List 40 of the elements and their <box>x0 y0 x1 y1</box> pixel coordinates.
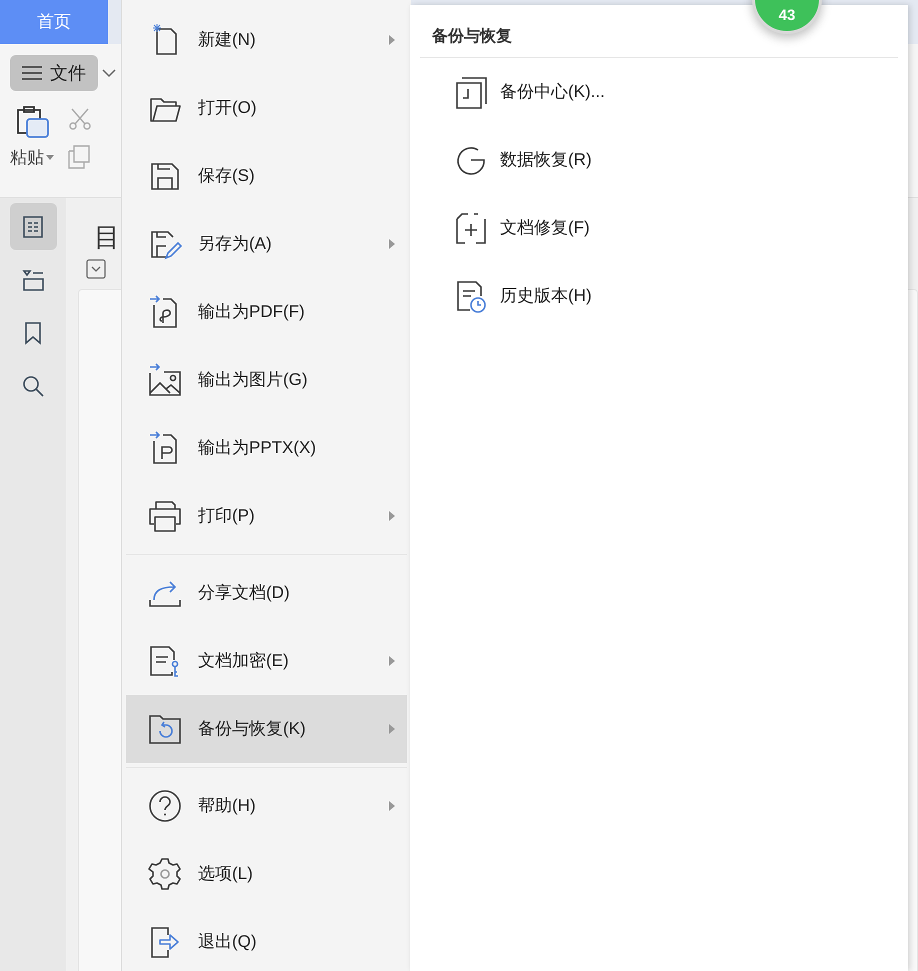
caret-icon <box>46 155 54 160</box>
image-export-icon <box>148 363 182 397</box>
outline-heading: 目 <box>94 221 120 254</box>
menu-icon <box>22 66 42 80</box>
menu-item[interactable]: 另存为(A) <box>126 210 407 278</box>
backup-center-icon <box>454 75 488 109</box>
menu-item[interactable]: 保存(S) <box>126 142 407 210</box>
chapter-icon <box>21 268 45 292</box>
menu-item[interactable]: 打开(O) <box>126 74 407 142</box>
menu-item[interactable]: 帮助(H) <box>126 772 407 840</box>
menu-item[interactable]: 备份与恢复(K) <box>126 695 407 763</box>
menu-item[interactable]: 打印(P) <box>126 482 407 550</box>
sidebar-button[interactable] <box>10 203 56 250</box>
outline-icon <box>21 214 45 238</box>
menu-item[interactable]: 分享文档(D) <box>126 559 407 627</box>
scissors-icon <box>68 107 92 131</box>
submenu-item[interactable]: 备份中心(K)... <box>420 58 898 126</box>
file-menu-button[interactable]: 文件 <box>10 55 98 91</box>
submenu-item[interactable]: 历史版本(H) <box>420 262 898 330</box>
chevron-box-icon <box>86 259 106 279</box>
submenu-item[interactable]: 数据恢复(R) <box>420 126 898 194</box>
submenu-item[interactable]: 文档修复(F) <box>420 194 898 262</box>
chevron-down-icon <box>102 68 116 78</box>
history-version-icon <box>454 279 488 313</box>
menu-item[interactable]: 输出为图片(G) <box>126 346 407 414</box>
menu-item[interactable]: 选项(L) <box>126 840 407 908</box>
menu-item[interactable]: 退出(Q) <box>126 908 407 971</box>
search-icon <box>21 374 45 398</box>
printer-icon <box>148 499 182 533</box>
help-icon <box>148 789 182 823</box>
menu-item[interactable]: 文档加密(E) <box>126 627 407 695</box>
menu-item[interactable]: 输出为PDF(F) <box>126 278 407 346</box>
document-repair-icon <box>454 211 488 245</box>
menu-item[interactable]: 输出为PPTX(X) <box>126 414 407 482</box>
settings-icon <box>148 857 182 891</box>
menu-item[interactable]: 新建(N) <box>126 6 407 74</box>
clipboard-icon <box>14 105 50 139</box>
paste-button[interactable]: 粘贴 <box>10 105 54 170</box>
folder-restore-icon <box>148 712 182 746</box>
copy-icon <box>68 145 90 169</box>
